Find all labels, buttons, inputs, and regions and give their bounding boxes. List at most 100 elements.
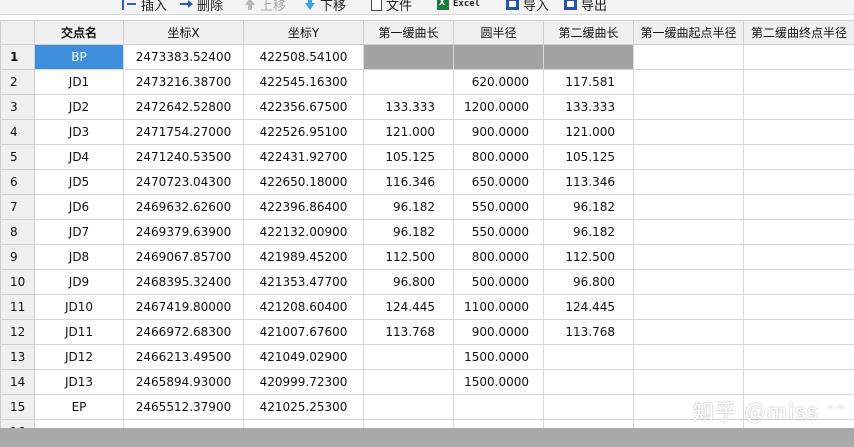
grid-cell-x[interactable]: 2466972.68300: [123, 319, 244, 345]
grid-cell-x[interactable]: 2470723.04300: [123, 169, 244, 195]
column-header[interactable]: 第一缓曲起点半径: [633, 20, 744, 45]
excel-button[interactable]: Excel: [437, 0, 480, 13]
grid-cell-name[interactable]: JD12: [34, 344, 124, 370]
grid-cell-y[interactable]: 422526.95100: [243, 119, 364, 145]
grid-cell-l1[interactable]: [363, 69, 454, 95]
grid-cell-l2[interactable]: [543, 344, 634, 370]
grid-cell-name[interactable]: JD5: [34, 169, 124, 195]
grid-cell-y[interactable]: 420999.72300: [243, 369, 364, 395]
grid-cell-re[interactable]: [743, 344, 854, 370]
row-header[interactable]: 5: [0, 144, 35, 170]
grid-cell-l2[interactable]: 117.581: [543, 69, 634, 95]
insert-button[interactable]: 插入: [122, 0, 167, 14]
grid-cell-y[interactable]: 421025.25300: [243, 394, 364, 420]
row-header[interactable]: 1: [0, 44, 35, 70]
grid-cell-name[interactable]: JD11: [34, 319, 124, 345]
grid-cell-y[interactable]: 422132.00900: [243, 219, 364, 245]
grid-cell-name[interactable]: JD2: [34, 94, 124, 120]
row-header[interactable]: 15: [0, 394, 35, 420]
column-header[interactable]: 第二缓曲终点半径: [743, 20, 854, 45]
grid-cell-l2[interactable]: 96.182: [543, 219, 634, 245]
grid-cell-l2[interactable]: 124.445: [543, 294, 634, 320]
grid-cell-rs[interactable]: [633, 169, 744, 195]
grid-cell-rs[interactable]: [633, 369, 744, 395]
grid-cell-re[interactable]: [743, 294, 854, 320]
grid-cell-l1[interactable]: [363, 44, 454, 70]
grid-cell-r[interactable]: [453, 44, 544, 70]
grid-cell-r[interactable]: 650.0000: [453, 169, 544, 195]
grid-cell-r[interactable]: 1100.0000: [453, 294, 544, 320]
column-header[interactable]: 第一缓曲长: [363, 20, 454, 45]
grid-cell-x[interactable]: 2473383.52400: [123, 44, 244, 70]
grid-cell-r[interactable]: 1500.0000: [453, 344, 544, 370]
grid-cell-l2[interactable]: 112.500: [543, 244, 634, 270]
grid-cell-l2[interactable]: 96.800: [543, 269, 634, 295]
grid-cell-name[interactable]: JD3: [34, 119, 124, 145]
grid-cell-rs[interactable]: [633, 319, 744, 345]
grid-cell-rs[interactable]: [633, 44, 744, 70]
grid-cell-rs[interactable]: [633, 269, 744, 295]
grid-cell-rs[interactable]: [633, 144, 744, 170]
row-header[interactable]: 7: [0, 194, 35, 220]
grid-cell-r[interactable]: 1200.0000: [453, 94, 544, 120]
grid-cell-name[interactable]: JD1: [34, 69, 124, 95]
grid-cell-rs[interactable]: [633, 244, 744, 270]
grid-cell-y[interactable]: 422396.86400: [243, 194, 364, 220]
column-header[interactable]: 交点名: [34, 20, 124, 45]
grid-cell-y[interactable]: 422356.67500: [243, 94, 364, 120]
grid-cell-name[interactable]: JD6: [34, 194, 124, 220]
grid-cell-x[interactable]: 2466213.49500: [123, 344, 244, 370]
grid-cell-y[interactable]: 421353.47700: [243, 269, 364, 295]
grid-cell-y[interactable]: 422650.18000: [243, 169, 364, 195]
grid-cell-y[interactable]: 421989.45200: [243, 244, 364, 270]
row-header[interactable]: 2: [0, 69, 35, 95]
delete-button[interactable]: 删除: [180, 0, 223, 14]
import-button[interactable]: 导入: [506, 0, 549, 14]
grid-cell-l2[interactable]: 96.182: [543, 194, 634, 220]
grid-cell-re[interactable]: [743, 194, 854, 220]
grid-cell-x[interactable]: 2467419.80000: [123, 294, 244, 320]
grid-cell-x[interactable]: 2469067.85700: [123, 244, 244, 270]
grid-cell-rs[interactable]: [633, 219, 744, 245]
grid-cell-y[interactable]: 421208.60400: [243, 294, 364, 320]
column-header[interactable]: 坐标X: [123, 20, 244, 45]
grid-cell-l2[interactable]: 133.333: [543, 94, 634, 120]
grid-cell-x[interactable]: 2471240.53500: [123, 144, 244, 170]
grid-cell-rs[interactable]: [633, 69, 744, 95]
row-header[interactable]: 12: [0, 319, 35, 345]
grid-cell-l1[interactable]: 96.182: [363, 219, 454, 245]
text-file-button[interactable]: 文件: [371, 0, 412, 14]
grid-cell-l2[interactable]: 121.000: [543, 119, 634, 145]
row-header[interactable]: 3: [0, 94, 35, 120]
grid-cell-l2[interactable]: [543, 369, 634, 395]
grid-cell-re[interactable]: [743, 94, 854, 120]
grid-cell-r[interactable]: 620.0000: [453, 69, 544, 95]
grid-cell-y[interactable]: 422508.54100: [243, 44, 364, 70]
grid-cell-l1[interactable]: 116.346: [363, 169, 454, 195]
grid-cell-y[interactable]: 421007.67600: [243, 319, 364, 345]
row-header[interactable]: 10: [0, 269, 35, 295]
column-header[interactable]: 坐标Y: [243, 20, 364, 45]
grid-cell-r[interactable]: 900.0000: [453, 319, 544, 345]
grid-cell-l1[interactable]: 112.500: [363, 244, 454, 270]
grid-cell-re[interactable]: [743, 69, 854, 95]
grid-cell-re[interactable]: [743, 44, 854, 70]
grid-cell-r[interactable]: 900.0000: [453, 119, 544, 145]
grid-cell-x[interactable]: 2468395.32400: [123, 269, 244, 295]
row-header[interactable]: 14: [0, 369, 35, 395]
grid-cell-x[interactable]: 2473216.38700: [123, 69, 244, 95]
row-header[interactable]: 13: [0, 344, 35, 370]
grid-cell-re[interactable]: [743, 269, 854, 295]
grid-cell-rs[interactable]: [633, 194, 744, 220]
grid-cell-l1[interactable]: 105.125: [363, 144, 454, 170]
column-header[interactable]: 第二缓曲长: [543, 20, 634, 45]
grid-cell-l1[interactable]: 133.333: [363, 94, 454, 120]
column-header[interactable]: 圆半径: [453, 20, 544, 45]
grid-cell-x[interactable]: 2472642.52800: [123, 94, 244, 120]
grid-cell-l1[interactable]: 96.800: [363, 269, 454, 295]
corner-cell[interactable]: [0, 20, 35, 45]
grid-cell-l1[interactable]: 124.445: [363, 294, 454, 320]
grid-cell-re[interactable]: [743, 169, 854, 195]
grid-cell-re[interactable]: [743, 244, 854, 270]
grid-cell-re[interactable]: [743, 119, 854, 145]
